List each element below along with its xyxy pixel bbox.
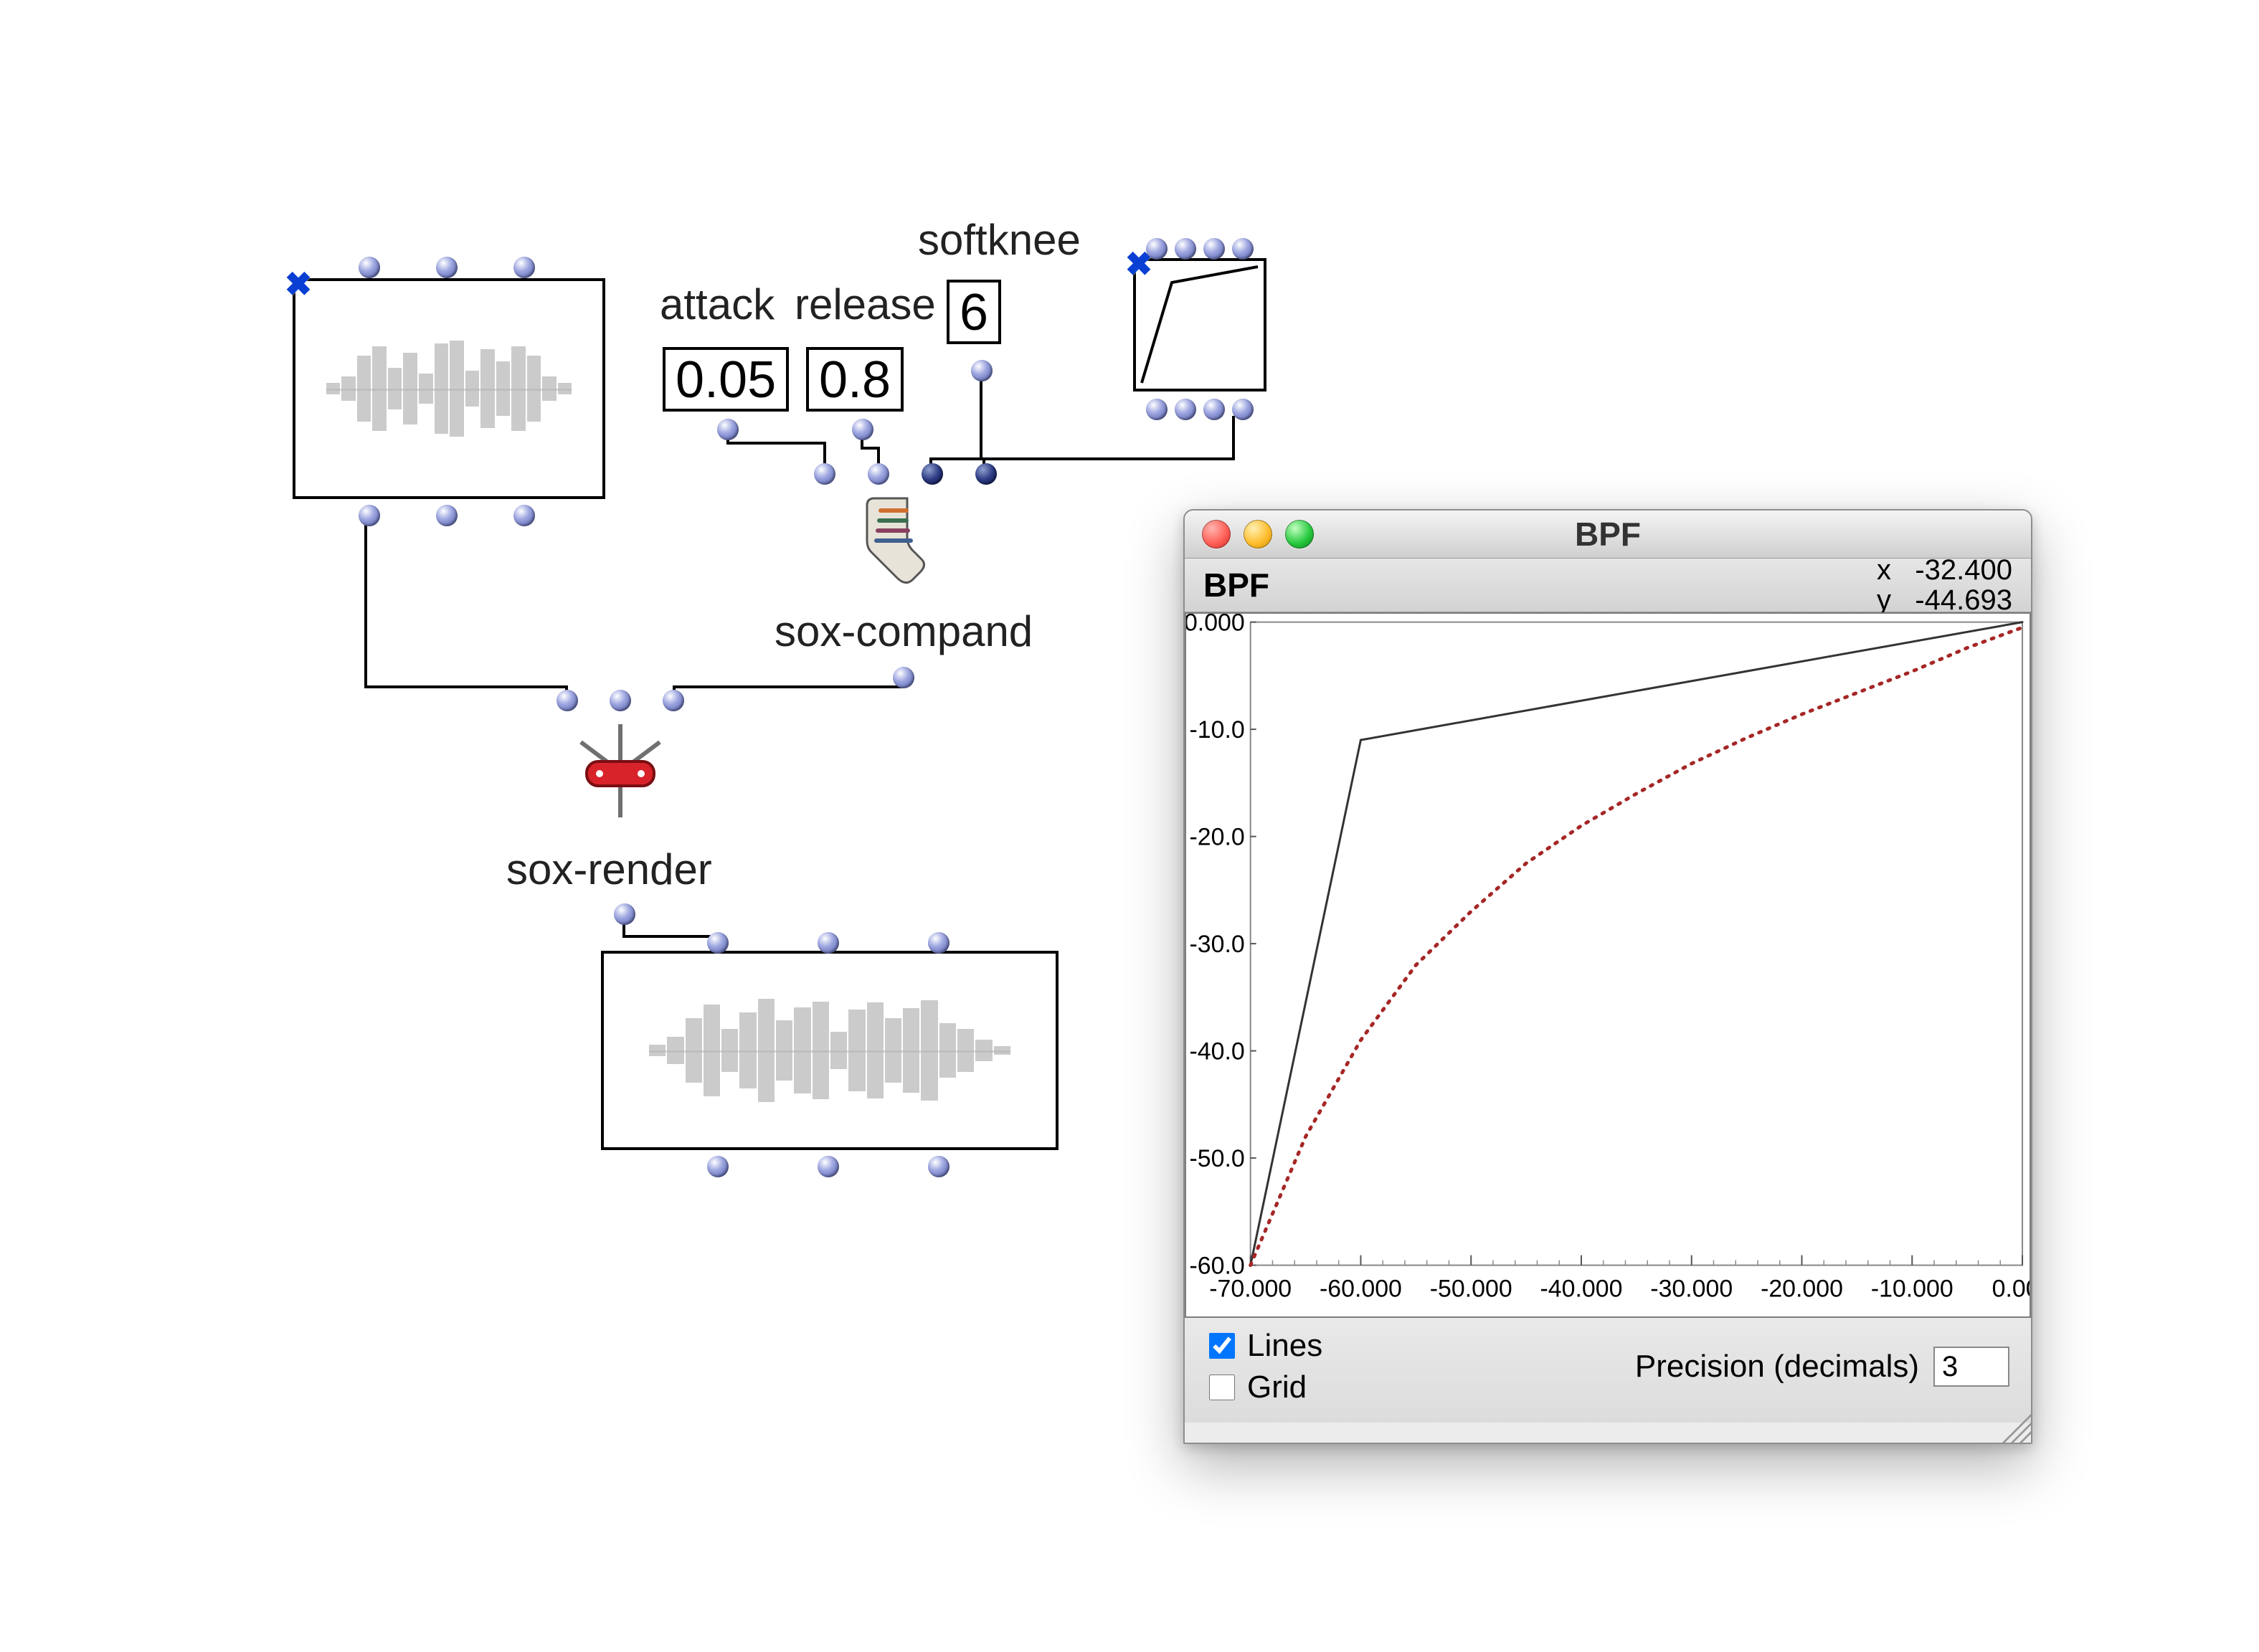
port-out[interactable]	[513, 505, 535, 526]
grid-checkbox[interactable]: Grid	[1206, 1369, 1322, 1405]
svg-text:-30.000: -30.000	[1650, 1275, 1733, 1302]
port-in[interactable]	[928, 932, 949, 954]
port-out[interactable]	[1146, 399, 1168, 420]
swiss-army-knife-icon	[567, 717, 674, 825]
lines-checkbox[interactable]: Lines	[1206, 1328, 1322, 1364]
port-in[interactable]	[868, 463, 889, 485]
port-in[interactable]	[610, 690, 631, 711]
port-out[interactable]	[1175, 399, 1196, 420]
svg-text:0.000: 0.000	[1186, 614, 1245, 637]
port-out[interactable]	[436, 505, 458, 526]
svg-text:0.000: 0.000	[1992, 1275, 2030, 1302]
port-in[interactable]	[513, 257, 535, 278]
port-in[interactable]	[818, 932, 839, 954]
port-in[interactable]	[557, 690, 578, 711]
bpf-titlebar[interactable]: BPF	[1185, 511, 2031, 559]
bpf-plot-svg: 0.000-10.0-20.0-30.0-40.0-50.0-60.0-70.0…	[1186, 614, 2030, 1316]
bpf-window[interactable]: BPF BPF x -32.400 y -44.693 0.000 -10.0 -2…	[1183, 509, 2032, 1444]
node-waveform-input[interactable]: ✖	[293, 278, 605, 499]
window-zoom-button[interactable]	[1285, 520, 1314, 549]
port-out[interactable]	[1203, 399, 1225, 420]
port-out[interactable]	[928, 1156, 949, 1177]
numbox-release[interactable]: 0.8	[806, 347, 904, 412]
node-bpf-mini[interactable]: ✖	[1133, 258, 1266, 391]
waveform-thumbnail	[649, 996, 1010, 1104]
svg-text:-40.000: -40.000	[1540, 1275, 1623, 1302]
svg-text:-40.0: -40.0	[1190, 1038, 1245, 1065]
svg-text:-10.000: -10.000	[1871, 1275, 1953, 1302]
port-in[interactable]	[814, 463, 835, 485]
port-out[interactable]	[971, 360, 993, 381]
numbox-softknee[interactable]: 6	[947, 280, 1001, 344]
port-out[interactable]	[818, 1156, 839, 1177]
svg-text:-30.0: -30.0	[1190, 931, 1245, 958]
precision-label: Precision (decimals)	[1635, 1349, 1919, 1385]
port-in[interactable]	[1146, 238, 1168, 260]
grid-checkbox-input[interactable]	[1209, 1375, 1235, 1400]
numbox-attack[interactable]: 0.05	[663, 347, 789, 412]
svg-text:-70.000: -70.000	[1209, 1275, 1292, 1302]
port-out[interactable]	[852, 419, 873, 440]
port-out[interactable]	[707, 1156, 729, 1177]
window-traffic-lights	[1202, 520, 1314, 549]
svg-text:-50.000: -50.000	[1430, 1275, 1512, 1302]
waveform-thumbnail	[326, 328, 572, 449]
port-out[interactable]	[1232, 399, 1254, 420]
port-in[interactable]	[922, 463, 943, 485]
label-release: release	[795, 280, 936, 329]
port-out[interactable]	[359, 505, 380, 526]
port-in[interactable]	[663, 690, 684, 711]
bpf-plot[interactable]: 0.000-10.0-20.0-30.0-40.0-50.0-60.0-70.0…	[1185, 612, 2031, 1318]
label-softknee: softknee	[918, 215, 1081, 265]
svg-text:-20.000: -20.000	[1761, 1275, 1843, 1302]
grid-checkbox-label: Grid	[1247, 1369, 1307, 1405]
precision-input[interactable]	[1933, 1347, 2009, 1387]
port-in[interactable]	[975, 463, 997, 485]
port-out[interactable]	[614, 903, 635, 925]
bpf-cursor-readout: x -32.400 y -44.693	[1877, 555, 2012, 615]
window-resize-handle[interactable]	[2002, 1414, 2031, 1443]
label-attack: attack	[660, 280, 775, 329]
node-waveform-output[interactable]	[601, 951, 1059, 1150]
svg-text:-60.000: -60.000	[1320, 1275, 1402, 1302]
bpf-mini-curve	[1136, 261, 1264, 389]
port-in[interactable]	[707, 932, 729, 954]
port-out[interactable]	[893, 667, 914, 688]
window-minimize-button[interactable]	[1244, 520, 1272, 549]
label-sox-compand: sox-compand	[775, 607, 1033, 656]
precision-field: Precision (decimals)	[1635, 1347, 2009, 1387]
close-badge-icon: ✖	[284, 270, 313, 298]
svg-text:-10.0: -10.0	[1190, 716, 1245, 744]
bpf-subtitle: BPF	[1203, 566, 1269, 604]
port-in[interactable]	[436, 257, 458, 278]
bpf-subbar: BPF x -32.400 y -44.693	[1185, 559, 2031, 612]
port-out[interactable]	[717, 419, 739, 440]
sox-sock-icon	[861, 495, 925, 595]
port-in[interactable]	[359, 257, 380, 278]
port-in[interactable]	[1232, 238, 1254, 260]
lines-checkbox-input[interactable]	[1209, 1333, 1235, 1359]
bpf-bottombar: Lines Grid Precision (decimals)	[1185, 1318, 2031, 1423]
window-close-button[interactable]	[1202, 520, 1231, 549]
window-title: BPF	[1575, 515, 1641, 554]
lines-checkbox-label: Lines	[1247, 1328, 1322, 1364]
app-stage: ✖ attack release softknee 0.05 0.8 6 sox…	[0, 0, 2259, 1652]
label-sox-render: sox-render	[506, 845, 712, 894]
port-in[interactable]	[1203, 238, 1225, 260]
port-in[interactable]	[1175, 238, 1196, 260]
svg-text:-50.0: -50.0	[1190, 1145, 1245, 1172]
svg-text:-20.0: -20.0	[1190, 824, 1245, 851]
